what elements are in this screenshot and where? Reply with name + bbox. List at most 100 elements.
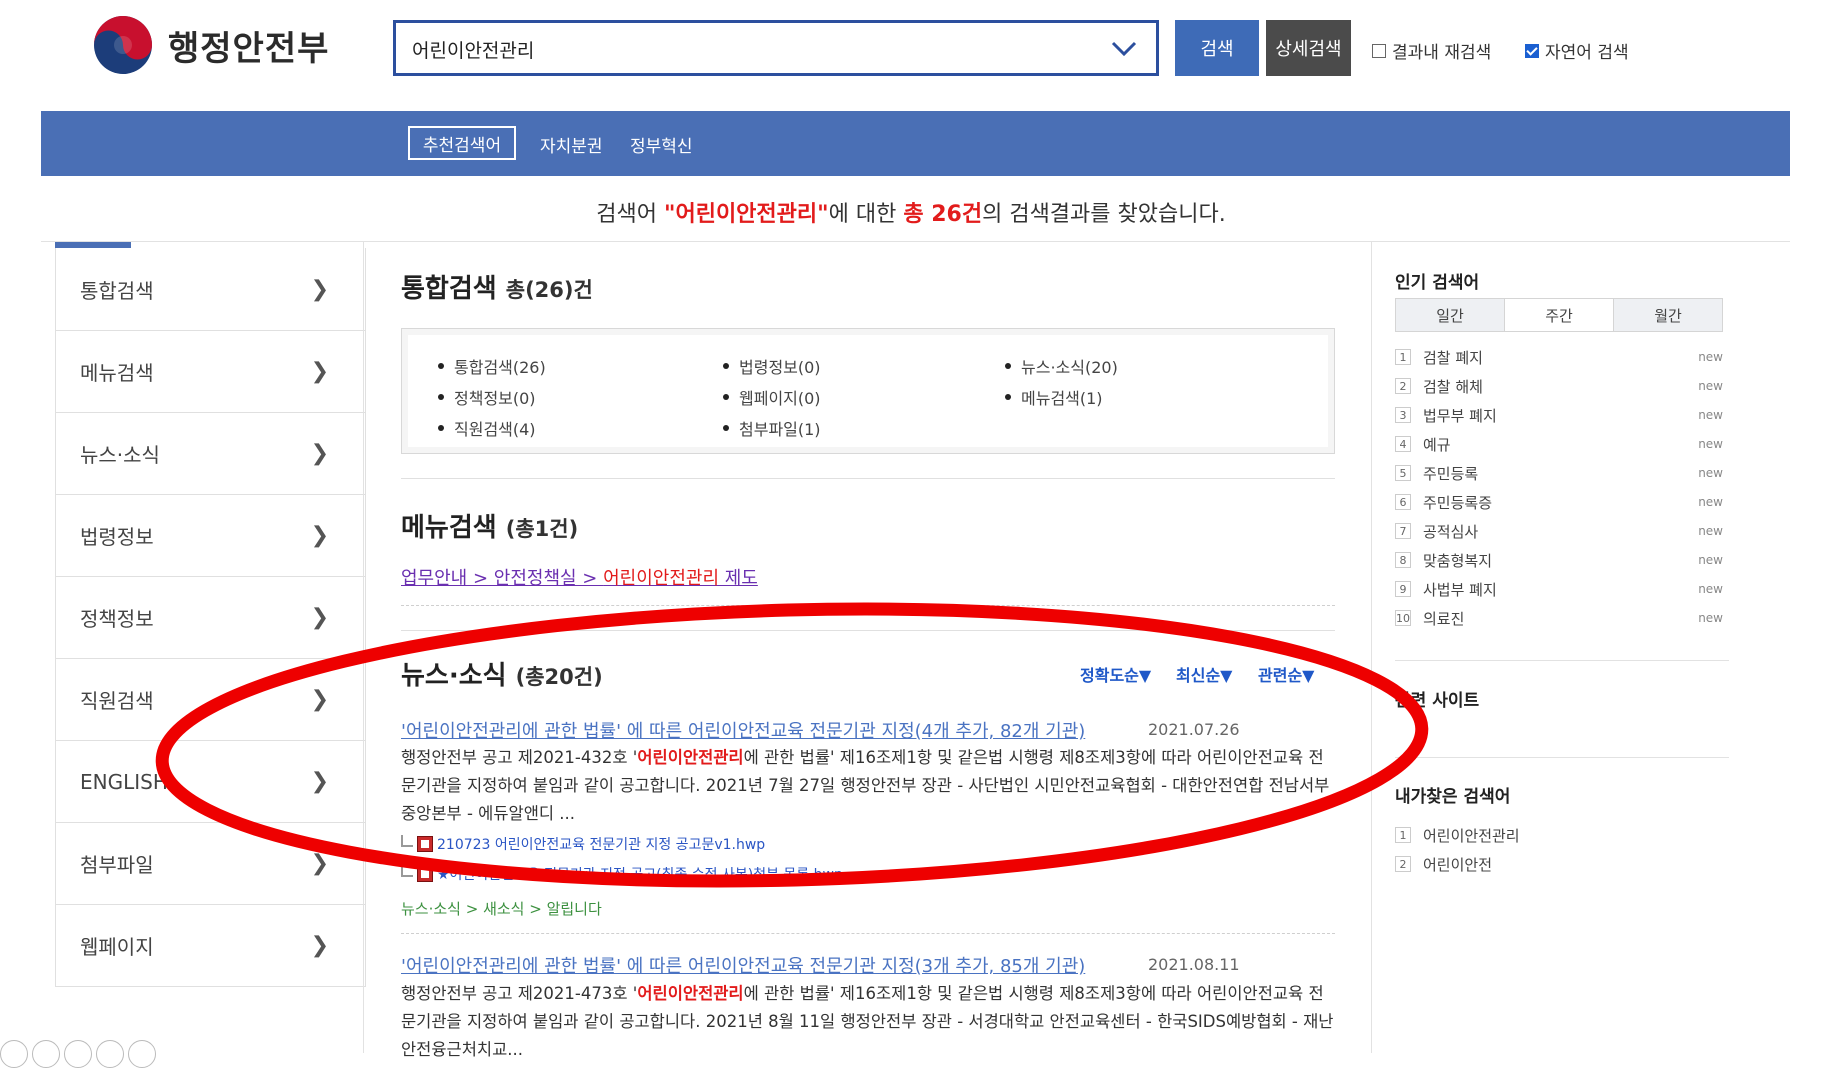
popular-keyword-item[interactable]: 6 주민등록증 new [1395, 491, 1723, 513]
divider [401, 933, 1335, 934]
rank-number: 7 [1395, 523, 1411, 539]
sidebar-item-news[interactable]: 뉴스·소식 ❯ [56, 412, 365, 494]
summary-label: 정책정보(0) [454, 389, 536, 408]
news-result-date: 2021.07.26 [1148, 720, 1240, 739]
tab-recommended-keywords[interactable]: 추천검색어 [408, 126, 516, 160]
rank-number: 10 [1395, 610, 1411, 626]
sidebar-item-integrated[interactable]: 통합검색 ❯ [56, 248, 365, 330]
section-title: 뉴스·소식 [401, 661, 507, 691]
section-count: 총(26)건 [505, 278, 593, 302]
natural-language-option[interactable]: 자연어 검색 [1525, 38, 1629, 63]
sidebar-item-english[interactable]: ENGLISH ❯ [56, 740, 365, 822]
summary-link-integrated[interactable]: 통합검색(26) [438, 354, 546, 378]
summary-label: 통합검색(26) [454, 358, 546, 377]
detail-search-button[interactable]: 상세검색 [1266, 20, 1351, 76]
chevron-right-icon: ❯ [310, 441, 329, 466]
sidebar-item-menu[interactable]: 메뉴검색 ❯ [56, 330, 365, 412]
result-msg-count: 총 26건 [903, 202, 983, 227]
tab-government-innovation[interactable]: 정부혁신 [630, 132, 693, 157]
chevron-down-icon[interactable] [1110, 36, 1138, 60]
sidebar-item-webpages[interactable]: 웹페이지 ❯ [56, 904, 365, 986]
attachment-link[interactable]: ★어린이안전교육 전문기관 지정 공고(최종 수정 사본)첨부 목록.hwp [401, 864, 843, 884]
research-label: 결과내 재검색 [1392, 43, 1492, 63]
chevron-right-icon: ❯ [310, 359, 329, 384]
sidebar-item-attachments[interactable]: 첨부파일 ❯ [56, 822, 365, 904]
research-within-results-option[interactable]: 결과내 재검색 [1372, 38, 1491, 63]
my-keyword-item[interactable]: 2 어린이안전 [1395, 853, 1723, 875]
divider [401, 605, 1335, 606]
keyword-text: 검찰 해체 [1423, 377, 1483, 396]
divider [401, 478, 1335, 479]
news-result-title[interactable]: '어린이안전관리에 관한 법률' 에 따른 어린이안전교육 전문기관 지정(4개… [401, 717, 1085, 743]
summary-label: 메뉴검색(1) [1021, 389, 1103, 408]
divider [1395, 757, 1729, 758]
snippet-keyword: 어린이안전관리 [637, 748, 744, 767]
search-box[interactable] [393, 20, 1159, 76]
news-result-path[interactable]: 뉴스·소식 > 새소식 > 알립니다 [401, 898, 602, 919]
tab-weekly[interactable]: 주간 [1505, 299, 1614, 331]
summary-link-staff[interactable]: 직원검색(4) [438, 416, 536, 440]
tab-monthly[interactable]: 월간 [1614, 299, 1722, 331]
summary-link-attachment[interactable]: 첨부파일(1) [723, 416, 821, 440]
rank-number: 5 [1395, 465, 1411, 481]
popular-keyword-item[interactable]: 7 공적심사 new [1395, 520, 1723, 542]
news-search-heading: 뉴스·소식 (총20건) [401, 655, 603, 692]
tab-daily[interactable]: 일간 [1396, 299, 1505, 331]
sidebar-item-label: ENGLISH [80, 769, 168, 794]
new-badge: new [1698, 408, 1723, 422]
section-count: (총1건) [505, 517, 579, 541]
search-button[interactable]: 검색 [1175, 20, 1259, 76]
tab-local-autonomy[interactable]: 자치분권 [540, 132, 603, 157]
sidebar-item-label: 첨부파일 [80, 853, 154, 877]
summary-link-law[interactable]: 법령정보(0) [723, 354, 821, 378]
rank-number: 2 [1395, 856, 1411, 872]
my-keyword-item[interactable]: 1 어린이안전관리 [1395, 824, 1723, 846]
popular-keyword-item[interactable]: 5 주민등록 new [1395, 462, 1723, 484]
popular-keyword-item[interactable]: 9 사법부 폐지 new [1395, 578, 1723, 600]
popular-keyword-item[interactable]: 2 검찰 해체 new [1395, 375, 1723, 397]
new-badge: new [1698, 524, 1723, 538]
sidebar-item-policy[interactable]: 정책정보 ❯ [56, 576, 365, 658]
sidebar-item-staff[interactable]: 직원검색 ❯ [56, 658, 365, 740]
summary-link-policy[interactable]: 정책정보(0) [438, 385, 536, 409]
keyword-text: 어린이안전관리 [1423, 826, 1520, 845]
result-msg-prefix: 검색어 [596, 202, 664, 227]
attachment-link[interactable]: 210723 어린이안전교육 전문기관 지정 공고문v1.hwp [401, 834, 765, 854]
category-sidebar: 통합검색 ❯ 메뉴검색 ❯ 뉴스·소식 ❯ 법령정보 ❯ 정책정보 ❯ 직원검색 ❯ ENG… [55, 248, 366, 987]
rank-number: 1 [1395, 827, 1411, 843]
summary-link-menu[interactable]: 메뉴검색(1) [1005, 385, 1103, 409]
column-divider [1371, 242, 1372, 1053]
section-title: 메뉴검색 [401, 513, 497, 543]
sidebar-item-label: 메뉴검색 [80, 361, 154, 385]
chevron-right-icon: ❯ [310, 687, 329, 712]
news-result-title[interactable]: '어린이안전관리에 관한 법률' 에 따른 어린이안전교육 전문기관 지정(3개… [401, 952, 1085, 978]
divider [1395, 660, 1729, 661]
natural-language-checkbox[interactable] [1525, 43, 1539, 58]
popular-period-tabs: 일간 주간 월간 [1395, 298, 1723, 332]
snippet-text: 행정안전부 공고 제2021-432호 ' [401, 748, 638, 767]
popular-keyword-item[interactable]: 10 의료진 new [1395, 607, 1723, 629]
sidebar-item-law[interactable]: 법령정보 ❯ [56, 494, 365, 576]
chevron-right-icon: ❯ [310, 605, 329, 630]
sort-relevance[interactable]: 관련순▼ [1258, 662, 1314, 686]
hwp-file-icon [417, 866, 433, 882]
sort-accuracy[interactable]: 정확도순▼ [1080, 662, 1151, 686]
popular-keyword-item[interactable]: 8 맞춤형복지 new [1395, 549, 1723, 571]
summary-link-news[interactable]: 뉴스·소식(20) [1005, 354, 1118, 378]
related-sites-title: 관련 사이트 [1395, 691, 1480, 711]
sort-latest[interactable]: 최신순▼ [1176, 662, 1232, 686]
new-badge: new [1698, 350, 1723, 364]
section-count: (총20건) [515, 665, 603, 689]
popular-keyword-item[interactable]: 3 법무부 폐지 new [1395, 404, 1723, 426]
keyword-text: 예규 [1423, 435, 1451, 454]
ministry-logo[interactable]: 행정안전부 [92, 14, 329, 76]
menu-result-link[interactable]: 업무안내 > 안전정책실 > 어린이안전관리 제도 [401, 564, 758, 590]
rank-number: 3 [1395, 407, 1411, 423]
summary-link-webpage[interactable]: 웹페이지(0) [723, 385, 821, 409]
rank-number: 6 [1395, 494, 1411, 510]
popular-keyword-item[interactable]: 1 검찰 폐지 new [1395, 346, 1723, 368]
search-input[interactable] [410, 23, 1094, 75]
research-checkbox[interactable] [1372, 43, 1386, 58]
attachment-filename: ★어린이안전교육 전문기관 지정 공고(최종 수정 사본)첨부 목록.hwp [437, 867, 843, 883]
popular-keyword-item[interactable]: 4 예규 new [1395, 433, 1723, 455]
